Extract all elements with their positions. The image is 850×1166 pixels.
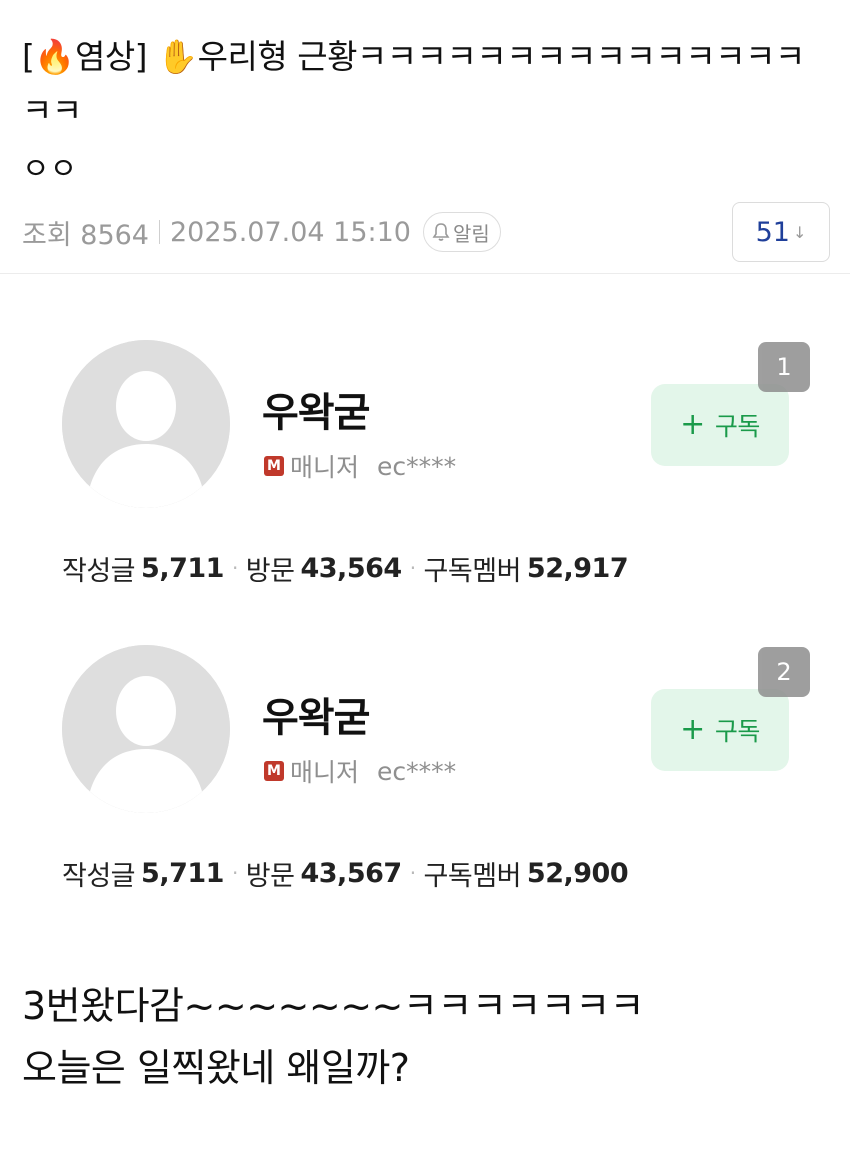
rank-badge: 1 [758,342,810,392]
posts-label: 작성글 [62,860,136,892]
post-date: 2025.07.04 15:10 [169,216,411,248]
user-id: ec**** [377,756,457,786]
stat-separator: · [231,861,238,885]
default-user-icon [62,340,230,508]
bell-icon [432,223,450,241]
profile-stats: 작성글 5,711 · 방문 43,567 · 구독멤버 52,900 [62,853,629,893]
plus-icon: + [680,407,705,442]
profile-stats: 작성글 5,711 · 방문 43,564 · 구독멤버 52,917 [62,548,629,588]
manager-badge-icon: M [264,761,284,781]
arrow-down-icon: ↓ [792,222,807,242]
profile-card: 우왁굳 M 매니저 ec**** + 구독 1 작성글 5,711 · 방문 4… [0,340,850,620]
post-title: [🔥염상] ✋우리형 근황ㅋㅋㅋㅋㅋㅋㅋㅋㅋㅋㅋㅋㅋㅋㅋㅋㅋ [22,37,805,130]
visits-count: 43,564 [300,552,402,584]
user-id: ec**** [377,451,457,481]
profile-role: M 매니저 ec**** [264,450,456,482]
plus-icon: + [680,712,705,747]
post-author[interactable]: ㅇㅇ [22,150,77,190]
avatar[interactable] [62,645,230,813]
members-label: 구독멤버 [423,860,522,892]
role-label: 매니저 [290,758,360,787]
view-count: 조회 8564 [22,219,149,251]
post-meta: 조회 8564 2025.07.04 15:10 알림 [22,208,501,256]
role-label: 매니저 [290,453,360,482]
profile-card: 우왁굳 M 매니저 ec**** + 구독 2 작성글 5,711 · 방문 4… [0,645,850,925]
stat-separator: · [409,861,416,885]
posts-label: 작성글 [62,555,136,587]
subscribe-button[interactable]: + 구독 [651,384,789,466]
header-divider [0,273,850,274]
subscribe-label: 구독 [714,412,761,441]
post-body-line: 오늘은 일찍왔네 왜일까? [22,1046,410,1090]
subscribe-label: 구독 [714,717,761,746]
alarm-button[interactable]: 알림 [422,212,501,252]
visits-label: 방문 [245,860,295,892]
members-count: 52,917 [526,552,629,584]
posts-count: 5,711 [141,857,224,889]
default-user-icon [62,645,230,813]
avatar[interactable] [62,340,230,508]
comment-count-button[interactable]: 51 ↓ [732,202,830,262]
visits-label: 방문 [245,555,295,587]
comment-count: 51 [755,216,790,248]
meta-divider [158,220,160,244]
profile-nickname[interactable]: 우왁굳 [262,685,370,743]
subscribe-button[interactable]: + 구독 [651,689,789,771]
posts-count: 5,711 [141,552,224,584]
visits-count: 43,567 [300,857,402,889]
stat-separator: · [409,556,416,580]
members-count: 52,900 [526,857,629,889]
alarm-label: 알림 [452,221,490,246]
rank-badge: 2 [758,647,810,697]
post-body: 3번왔다감~~~~~~~ㅋㅋㅋㅋㅋㅋㅋ 오늘은 일찍왔네 왜일까? [22,975,828,1099]
manager-badge-icon: M [264,456,284,476]
profile-nickname[interactable]: 우왁굳 [262,380,370,438]
members-label: 구독멤버 [423,555,522,587]
post-body-line: 3번왔다감~~~~~~~ㅋㅋㅋㅋㅋㅋㅋ [22,984,645,1028]
stat-separator: · [231,556,238,580]
profile-role: M 매니저 ec**** [264,755,456,787]
